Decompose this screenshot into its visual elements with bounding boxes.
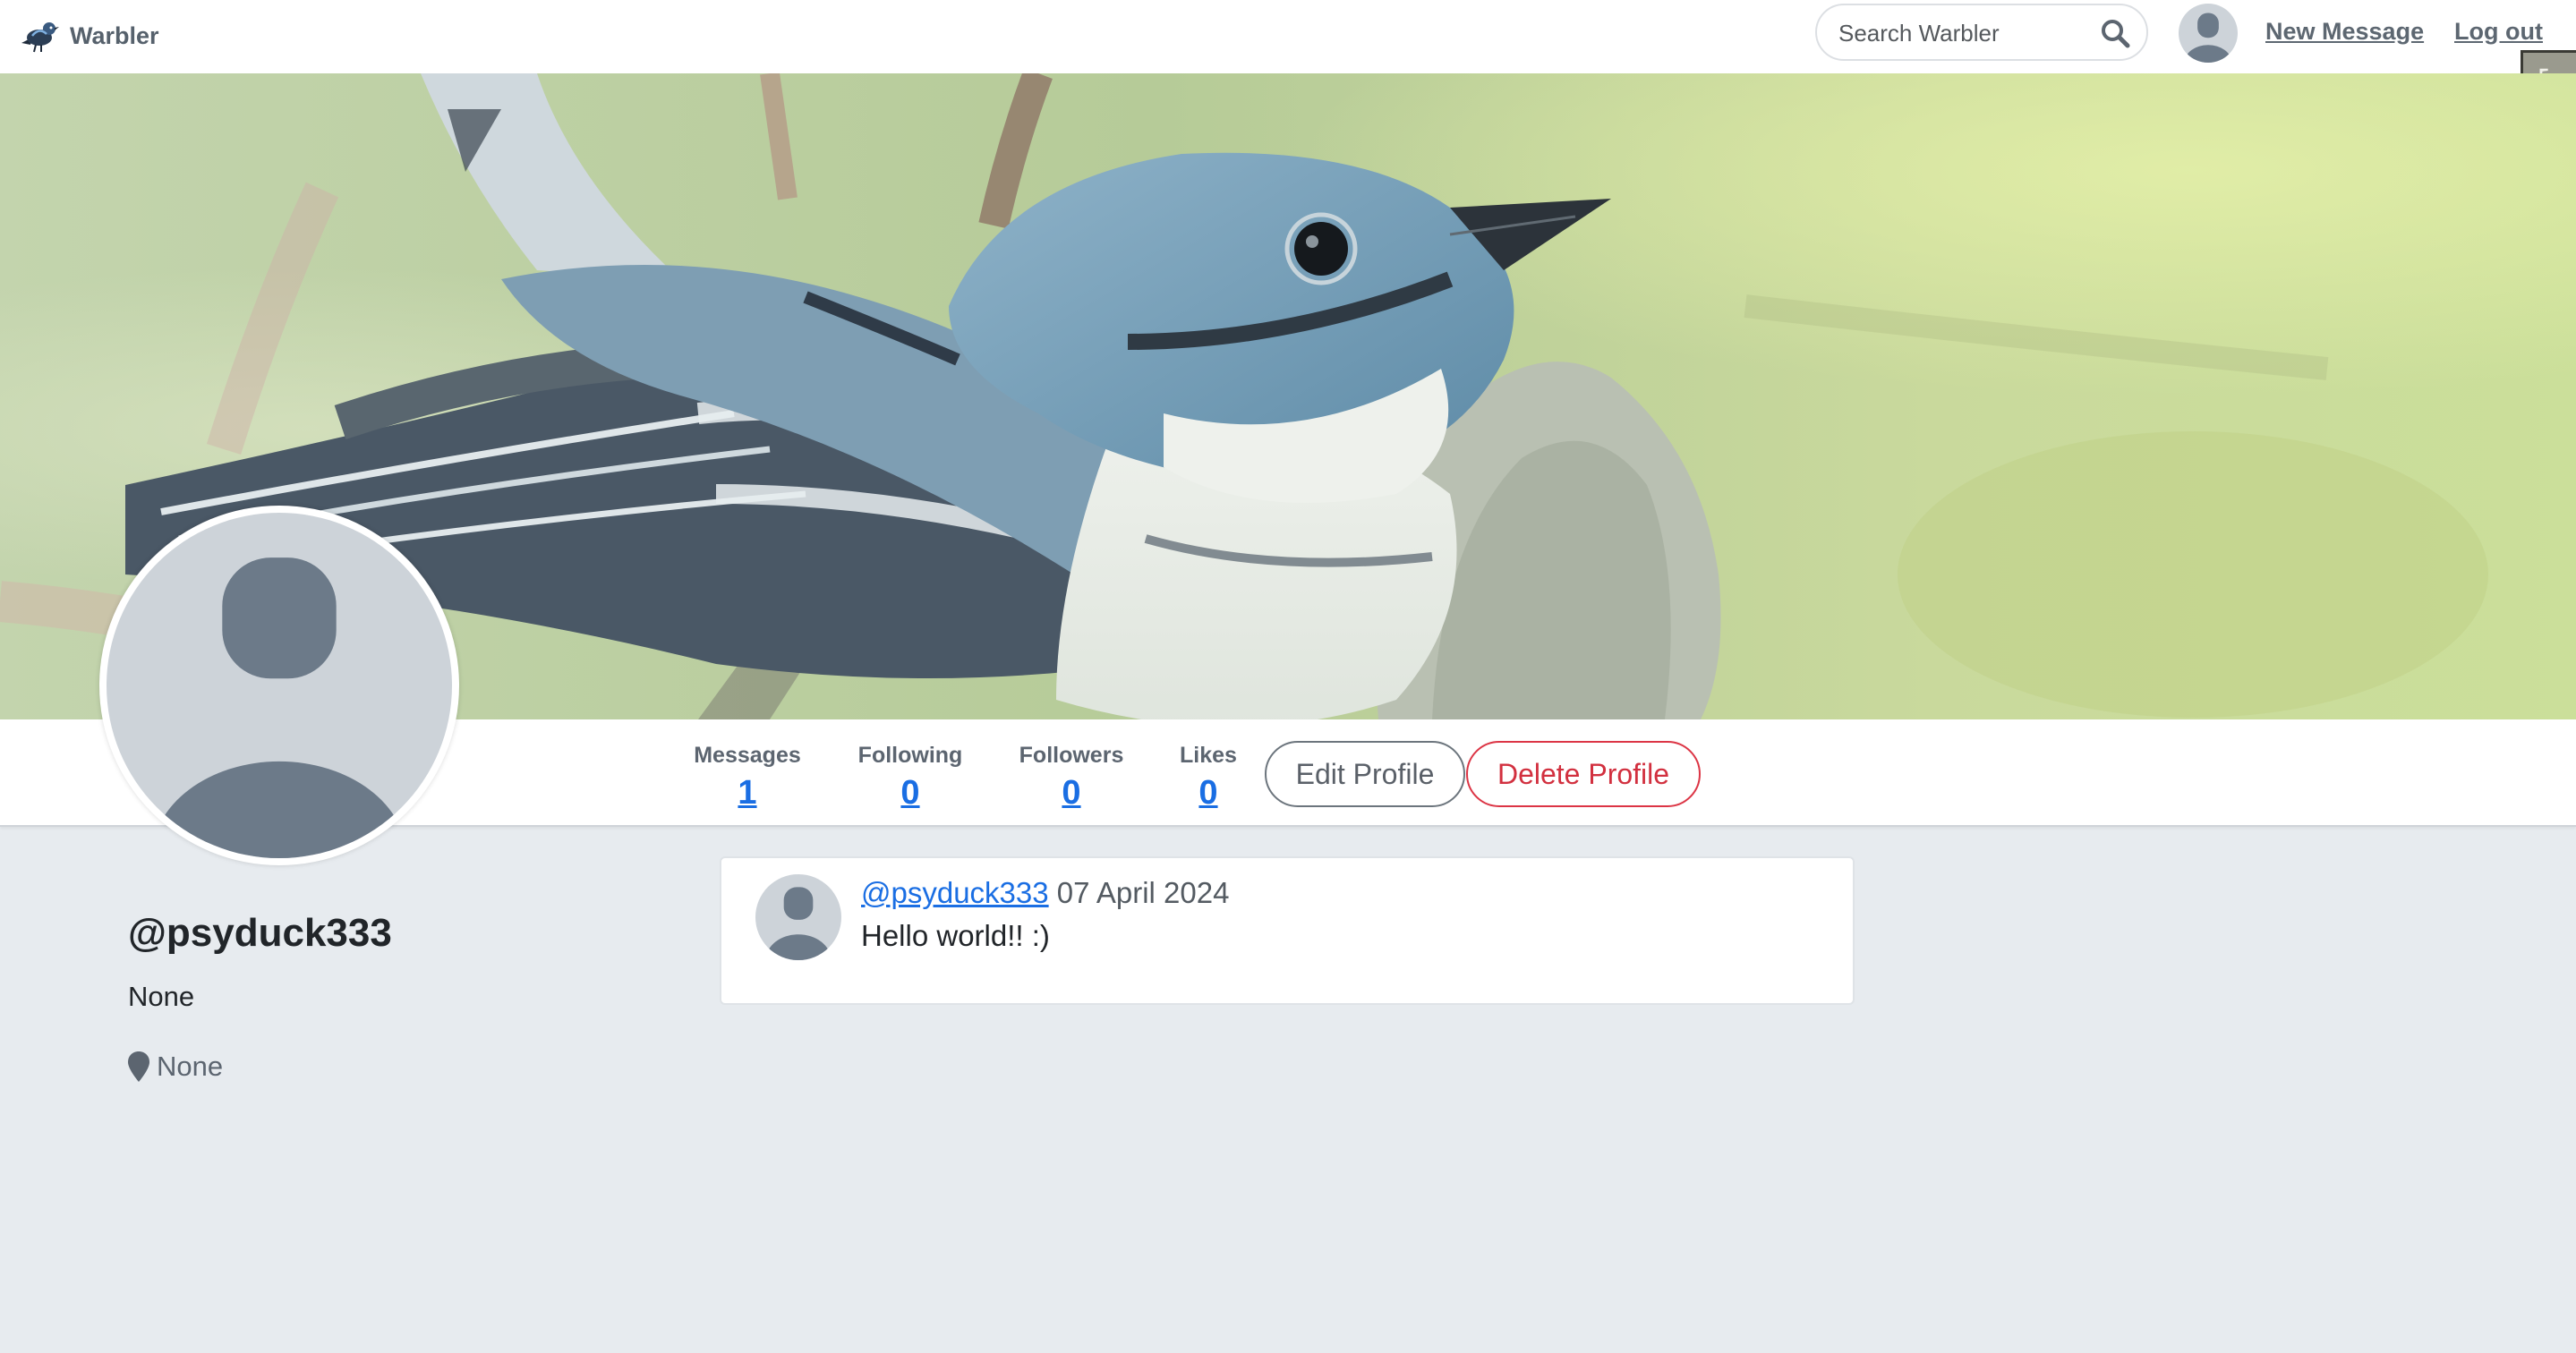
profile-location: None	[128, 1051, 223, 1083]
logout-link[interactable]: Log out	[2454, 18, 2543, 46]
stat-messages-count[interactable]: 1	[691, 774, 804, 813]
stat-following-count[interactable]: 0	[855, 774, 966, 813]
brand-name: Warbler	[70, 21, 159, 49]
new-message-link[interactable]: New Message	[2265, 18, 2424, 46]
warbler-bird-icon	[21, 22, 59, 53]
default-avatar-icon	[107, 513, 452, 858]
stat-label: Messages	[694, 743, 801, 768]
search-icon[interactable]	[2100, 18, 2130, 48]
map-pin-icon	[128, 1051, 149, 1082]
message-text: Hello world!! :)	[861, 919, 1050, 952]
default-avatar-icon	[755, 874, 841, 960]
profile-location-text: None	[157, 1051, 224, 1082]
navbar: Warbler New Message Log out FDT	[0, 0, 2576, 184]
message-header: @psyduck333 07 April 2024	[861, 876, 1229, 910]
stat-likes: Likes 0	[1174, 743, 1242, 813]
stat-label: Followers	[1019, 743, 1124, 768]
nav-user-avatar[interactable]	[2179, 4, 2238, 63]
message-author-link[interactable]: @psyduck333	[861, 876, 1049, 909]
brand-link[interactable]: Warbler	[20, 13, 159, 59]
message-card[interactable]: @psyduck333 07 April 2024 Hello world!! …	[720, 856, 1855, 1005]
stat-label: Following	[857, 743, 963, 768]
search-form	[1815, 4, 2148, 61]
stat-following: Following 0	[855, 743, 966, 813]
profile-avatar	[99, 506, 459, 865]
delete-profile-button[interactable]: Delete Profile	[1466, 741, 1701, 807]
stat-label: Likes	[1180, 743, 1237, 768]
search-input[interactable]	[1837, 13, 2100, 54]
profile-bio: None	[128, 981, 195, 1012]
stat-likes-count[interactable]: 0	[1174, 774, 1242, 813]
stat-followers-count[interactable]: 0	[1016, 774, 1127, 813]
default-avatar-icon	[2179, 4, 2238, 63]
message-date: 07 April 2024	[1056, 876, 1230, 909]
stat-followers: Followers 0	[1016, 743, 1127, 813]
stat-messages: Messages 1	[691, 743, 804, 813]
edit-profile-button[interactable]: Edit Profile	[1265, 741, 1465, 807]
profile-username: @psyduck333	[128, 911, 392, 955]
message-author-avatar[interactable]	[755, 874, 841, 960]
